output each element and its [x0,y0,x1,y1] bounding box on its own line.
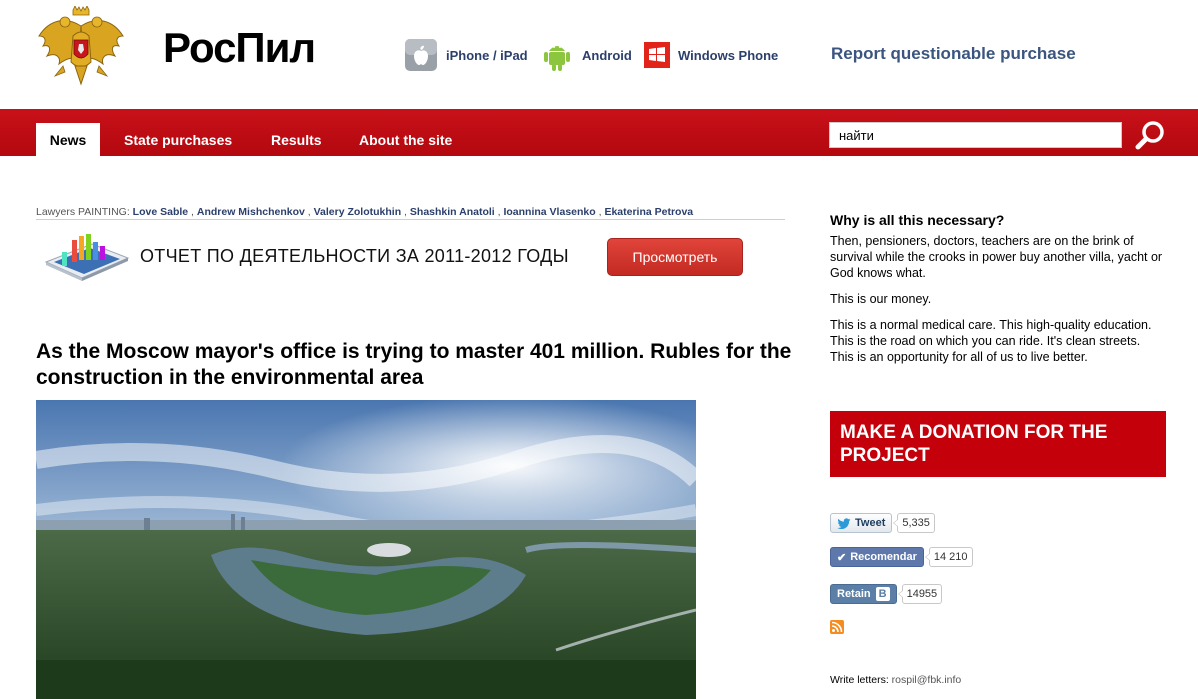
report-banner-text: ОТЧЕТ ПО ДЕЯТЕЛЬНОСТИ ЗА 2011-2012 ГОДЫ [140,246,569,266]
tweet-label: Tweet [855,517,886,529]
sidebar-question: Why is all this necessary? [830,212,1005,228]
vk-share-row: Retain B 14955 [830,584,943,604]
report-purchase-link[interactable]: Report questionable purchase [831,44,1076,64]
lawyer-link[interactable]: Ioannina Vlasenko [503,206,595,218]
lawyer-link[interactable]: Shashkin Anatoli [410,206,495,218]
tweet-count: 5,335 [893,513,935,533]
report-tablet-chart-icon [44,234,130,281]
tab-results[interactable]: Results [271,123,322,156]
lawyers-list: Lawyers PAINTING: Love Sable , Andrew Mi… [36,206,785,220]
iphone-label: iPhone / iPad [446,47,528,63]
vk-share-button[interactable]: Retain B [830,584,897,604]
moscow-aerial-photo[interactable] [36,400,696,699]
checkmark-icon: ✔ [837,551,847,564]
lawyers-prefix: Lawyers PAINTING: [36,206,130,218]
write-label: Write letters: [830,674,889,686]
apple-icon [404,38,438,72]
lawyer-link[interactable]: Valery Zolotukhin [314,206,402,218]
iphone-app-link[interactable]: iPhone / iPad [404,38,528,72]
rss-icon[interactable] [830,620,844,634]
article-title[interactable]: As the Moscow mayor's office is trying t… [36,339,796,391]
tab-state-purchases[interactable]: State purchases [124,123,232,156]
vk-count: 14955 [897,584,943,604]
site-header: РосПил iPhone / iPad Android Windows Pho… [0,0,1198,109]
view-report-button[interactable]: Просмотреть [607,238,743,276]
donation-button[interactable]: MAKE A DONATION FOR THE PROJECT [830,411,1166,477]
tab-news[interactable]: News [36,123,100,156]
twitter-share-row: Tweet 5,335 [830,513,935,533]
search-icon[interactable] [1131,119,1169,151]
android-app-link[interactable]: Android [540,38,632,72]
lawyer-link[interactable]: Love Sable [133,206,188,218]
vk-label: Retain [837,588,871,600]
sidebar-paragraph: This is our money. [830,292,932,306]
sidebar-paragraph: This is a normal medical care. This high… [830,318,1152,364]
tab-about-the-site[interactable]: About the site [359,123,452,156]
lawyer-link[interactable]: Andrew Mishchenkov [197,206,305,218]
windows-phone-app-link[interactable]: Windows Phone [644,38,778,72]
twitter-bird-icon [837,517,851,529]
windows-phone-label: Windows Phone [678,47,779,63]
double-headed-eagle-emblem-icon[interactable] [35,6,127,90]
recommend-count: 14 210 [924,547,973,567]
recommend-label: Recomendar [850,551,917,563]
contact-email-line: Write letters: rospil@fbk.info [830,674,961,686]
recommend-share-row: ✔ Recomendar 14 210 [830,547,973,567]
android-label: Android [582,47,632,63]
android-icon [540,38,574,72]
contact-email-link[interactable]: rospil@fbk.info [892,674,962,686]
sidebar-paragraph: Then, pensioners, doctors, teachers are … [830,234,1163,280]
vk-logo-icon: B [875,587,890,601]
tweet-button[interactable]: Tweet [830,513,893,533]
activity-report-banner: ОТЧЕТ ПО ДЕЯТЕЛЬНОСТИ ЗА 2011-2012 ГОДЫ … [42,230,782,288]
windows-icon [644,42,670,68]
recommend-button[interactable]: ✔ Recomendar [830,547,924,567]
lawyer-link[interactable]: Ekaterina Petrova [604,206,693,218]
search-input[interactable] [829,122,1122,148]
main-nav-bar: News State purchases Results About the s… [0,109,1198,156]
site-logo-text[interactable]: РосПил [163,24,316,72]
